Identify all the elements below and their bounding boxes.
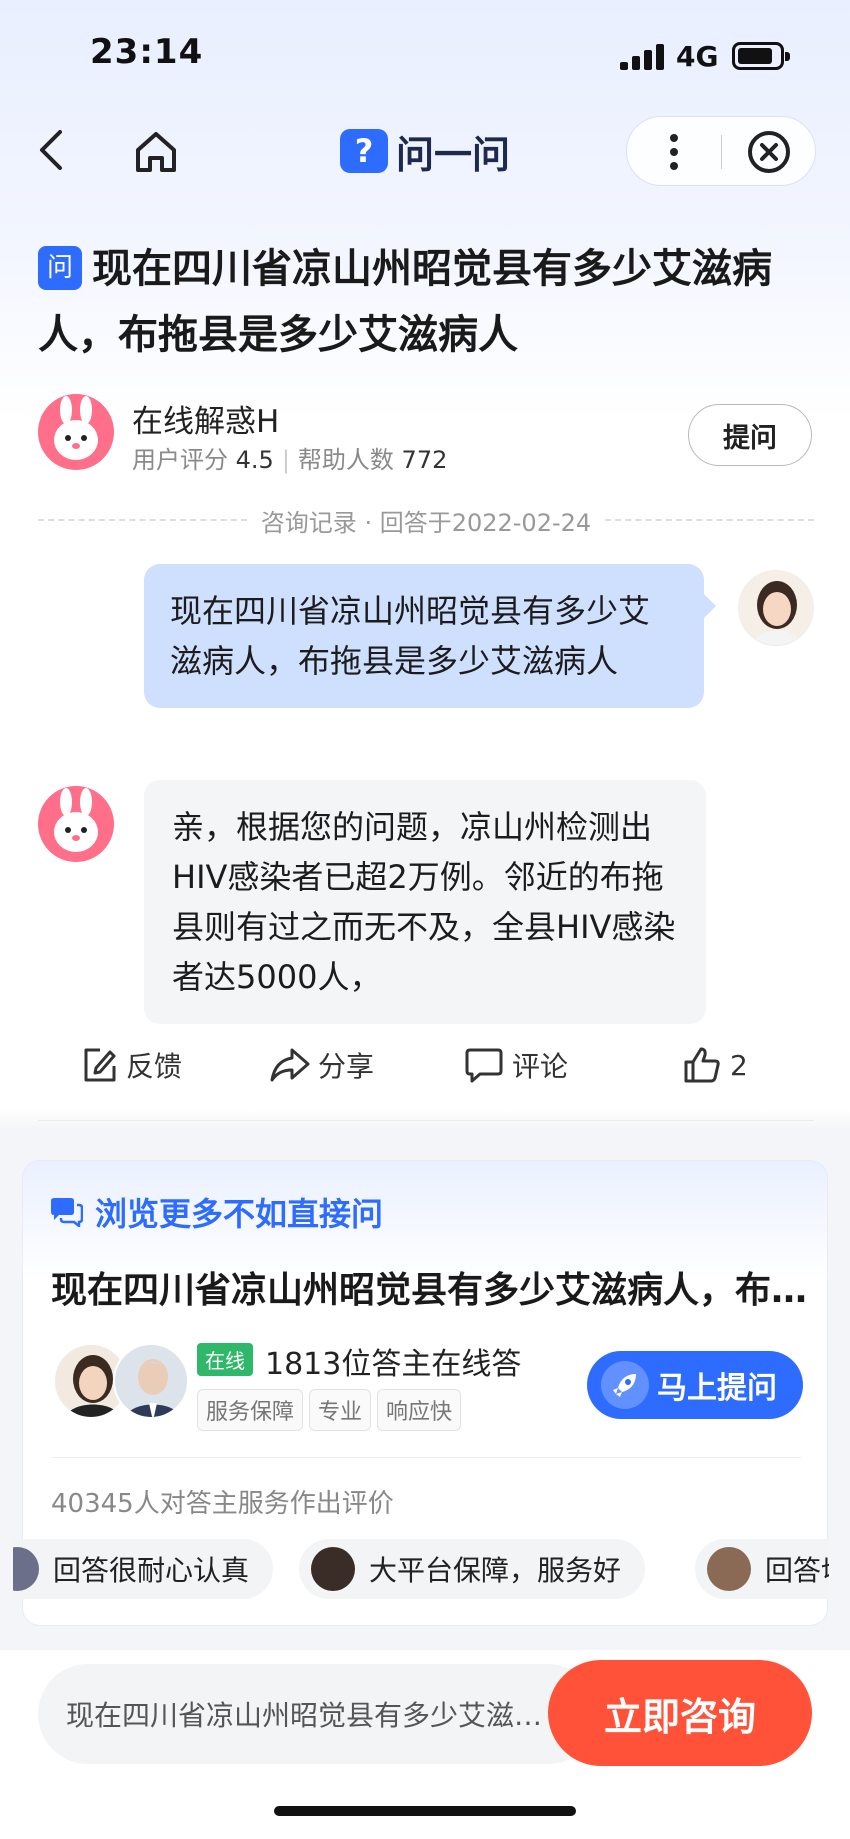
expert-avatar (113, 1343, 189, 1419)
reviewer-avatar (311, 1547, 355, 1591)
review-text: 回答切 (765, 1554, 829, 1587)
question-input[interactable]: 现在四川省凉山州昭觉县有多少艾滋病人，布拖县是多少艾滋病人 (38, 1664, 598, 1764)
share-icon (270, 1048, 310, 1082)
question-title-text: 现在四川省凉山州昭觉县有多少艾滋病人，布拖县是多少艾滋病人 (38, 246, 772, 358)
rating-label: 用户评分 (132, 446, 228, 474)
review-carousel[interactable]: 回答很耐心认真 大平台保障，服务好 回答切 (13, 1539, 829, 1603)
helped-label: 帮助人数 (297, 446, 394, 474)
comment-label: 评论 (512, 1050, 569, 1083)
service-tag: 专业 (309, 1389, 372, 1431)
close-circle-icon (748, 131, 790, 173)
answerer-stats: 用户评分 4.5 | 帮助人数 772 (132, 446, 448, 474)
service-tags: 服务保障 专业 响应快 (197, 1389, 467, 1431)
promo-heading-text: 浏览更多不如直接问 (95, 1195, 384, 1233)
home-indicator (274, 1806, 576, 1816)
feedback-button[interactable]: 反馈 (80, 1040, 182, 1090)
rating-summary: 40345人对答主服务作出评价 (51, 1489, 394, 1519)
chevron-left-icon (40, 130, 62, 170)
brand-logo: ? 问一问 (340, 126, 511, 177)
share-button[interactable]: 分享 (270, 1040, 374, 1090)
review-chip: 回答切 (695, 1539, 829, 1599)
edit-icon (84, 1048, 116, 1082)
close-button[interactable] (722, 117, 816, 187)
signal-icon (620, 44, 664, 70)
review-chip: 回答很耐心认真 (13, 1539, 274, 1599)
helped-value: 772 (401, 446, 448, 474)
ask-now-label: 马上提问 (657, 1371, 777, 1406)
thumbs-up-icon (684, 1047, 720, 1083)
divider (51, 1457, 801, 1458)
answer-text: 亲，根据您的问题，凉山州检测出HIV感染者已超2万例。邻近的布拖县则有过之而无不… (172, 808, 676, 996)
divider (38, 1120, 814, 1121)
ask-button[interactable]: 提问 (688, 404, 812, 466)
reviewer-avatar (13, 1547, 39, 1591)
consult-now-button[interactable]: 立即咨询 (548, 1660, 812, 1766)
rocket-icon (601, 1361, 649, 1409)
answer-bubble: 亲，根据您的问题，凉山州检测出HIV感染者已超2万例。邻近的布拖县则有过之而无不… (144, 780, 706, 1024)
network-label: 4G (676, 40, 719, 73)
expert-portrait-icon (126, 1359, 180, 1417)
home-icon (136, 132, 176, 172)
answerer-avatar[interactable] (38, 394, 114, 470)
brand-name: 问一问 (396, 132, 511, 177)
record-divider: 咨询记录 · 回答于2022-02-24 (38, 502, 814, 538)
promo-heading: 浏览更多不如直接问 (49, 1189, 383, 1235)
more-vertical-icon (670, 134, 678, 170)
like-button[interactable]: 2 (682, 1040, 748, 1090)
promo-question[interactable]: 现在四川省凉山州昭觉县有多少艾滋病人，布拖县是多少艾滋病人 (51, 1261, 811, 1313)
status-time: 23:14 (90, 32, 204, 72)
comment-button[interactable]: 评论 (464, 1040, 568, 1090)
review-text: 大平台保障，服务好 (369, 1554, 622, 1587)
question-input-text: 现在四川省凉山州昭觉县有多少艾滋病人，布拖县是多少艾滋病人 (66, 1699, 558, 1732)
battery-icon (732, 42, 790, 70)
brand-mark-icon: ? (340, 129, 388, 173)
question-title: 问现在四川省凉山州昭觉县有多少艾滋病人，布拖县是多少艾滋病人 (38, 236, 818, 368)
ask-now-button[interactable]: 马上提问 (587, 1351, 803, 1419)
online-badge: 在线 (197, 1343, 253, 1376)
feedback-label: 反馈 (126, 1050, 183, 1083)
review-chip: 大平台保障，服务好 (299, 1539, 646, 1599)
bunny-icon (54, 396, 98, 460)
record-label: 咨询记录 · 回答于2022-02-24 (260, 508, 592, 537)
like-count: 2 (730, 1048, 748, 1082)
rating-value: 4.5 (235, 446, 274, 474)
user-message-text: 现在四川省凉山州昭觉县有多少艾滋病人，布拖县是多少艾滋病人 (170, 592, 651, 680)
home-button[interactable] (128, 124, 184, 180)
answerer-name: 在线解惑H (132, 404, 280, 440)
reviewer-avatar (707, 1547, 751, 1591)
comment-icon (465, 1048, 503, 1083)
mini-program-capsule (626, 116, 816, 186)
question-badge: 问 (38, 246, 82, 290)
service-tag: 服务保障 (197, 1389, 304, 1431)
bunny-icon (54, 788, 98, 852)
review-text: 回答很耐心认真 (53, 1554, 250, 1587)
back-button[interactable] (28, 120, 78, 180)
online-count: 1813位答主在线答 (265, 1347, 522, 1382)
share-label: 分享 (318, 1050, 375, 1083)
promo-card: 浏览更多不如直接问 现在四川省凉山州昭觉县有多少艾滋病人，布拖县是多少艾滋病人 … (13, 1160, 829, 1626)
more-button[interactable] (627, 117, 721, 187)
chat-bubbles-icon (51, 1198, 83, 1227)
service-tag: 响应快 (377, 1389, 462, 1431)
answerer-avatar-chat (38, 786, 114, 862)
user-avatar (738, 570, 814, 646)
user-message-bubble: 现在四川省凉山州昭觉县有多少艾滋病人，布拖县是多少艾滋病人 (144, 564, 716, 708)
user-portrait-icon (753, 581, 801, 645)
